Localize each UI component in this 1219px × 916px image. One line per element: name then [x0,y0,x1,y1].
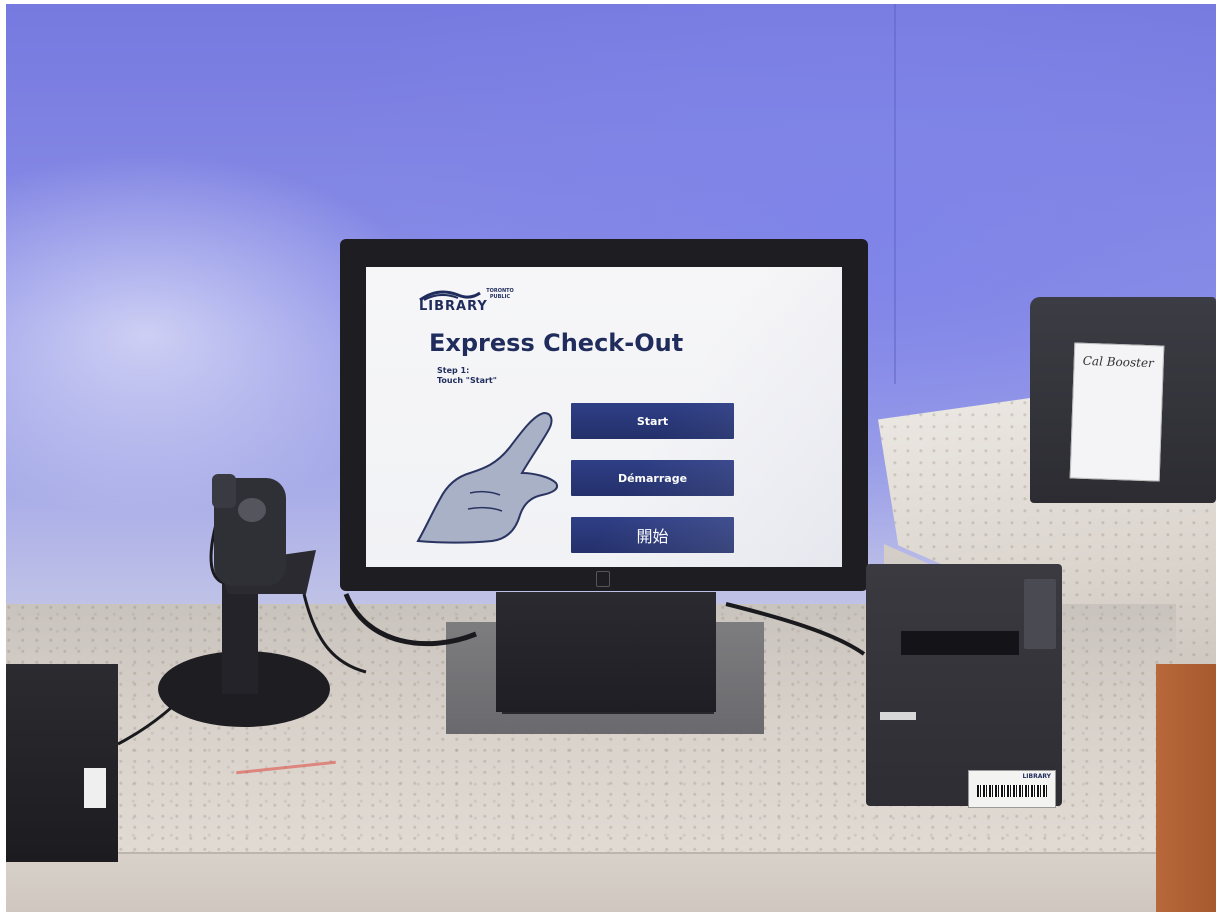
printer-label-brand: LIBRARY [1022,773,1051,780]
logo-word-library: LIBRARY [419,299,488,314]
elo-logo-icon [596,571,610,587]
photo-scene: Cal Booster TORONTO PUBLIC LIBRARY Expre… [6,4,1216,912]
printer-asset-label: LIBRARY [968,770,1056,808]
step-text: Touch "Start" [437,376,497,385]
barcode-scanner [158,474,330,727]
barcode-icon [977,785,1047,797]
start-button[interactable]: Start [571,403,734,439]
page-title: Express Check-Out [429,329,684,357]
step-instructions: Step 1: Touch "Start" [437,366,497,386]
kanji-start-button[interactable]: 開始 [571,517,734,553]
step-number: Step 1: [437,366,470,375]
kiosk-screen: TORONTO PUBLIC LIBRARY Express Check-Out… [366,267,842,567]
printer-control-panel [1024,579,1056,649]
demarrage-button[interactable]: Démarrage [571,460,734,496]
left-barcode-label [84,768,106,808]
printer-brand-badge [880,712,916,720]
library-logo: TORONTO PUBLIC LIBRARY [418,287,518,317]
printer-paper-slot [901,631,1019,655]
pointing-hand-icon [416,411,558,544]
left-device-box [6,664,118,862]
